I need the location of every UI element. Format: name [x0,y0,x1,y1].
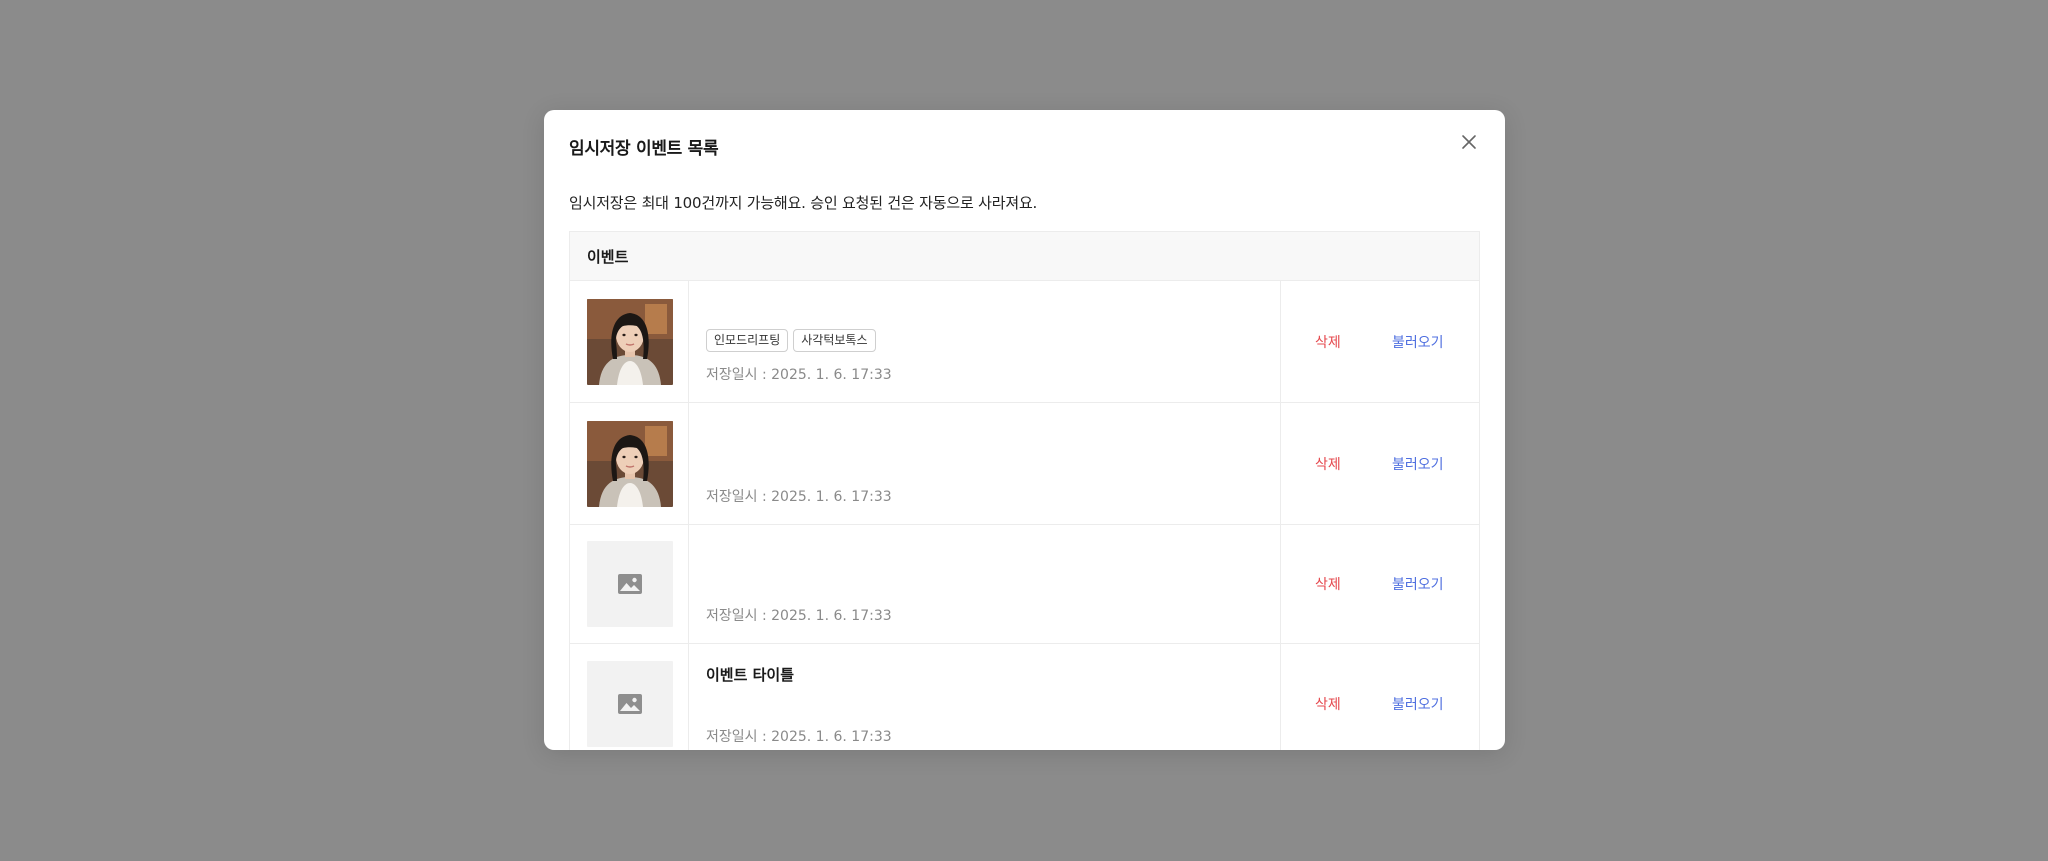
delete-button[interactable]: 삭제 [1315,574,1341,594]
temp-save-modal: 임시저장 이벤트 목록 임시저장은 최대 100건까지 가능해요. 승인 요청된… [544,110,1505,750]
close-button[interactable] [1457,130,1481,154]
table-row: 인모드리프팅 사각턱보톡스 저장일시 : 2025. 1. 6. 17:33 삭… [570,281,1479,403]
event-thumbnail [587,298,673,385]
portrait-image [587,298,673,385]
saved-datetime: 저장일시 : 2025. 1. 6. 17:33 [706,729,892,745]
close-icon [1462,135,1476,149]
load-button[interactable]: 불러오기 [1392,454,1444,474]
saved-datetime: 저장일시 : 2025. 1. 6. 17:33 [706,489,892,505]
saved-datetime: 저장일시 : 2025. 1. 6. 17:33 [706,608,892,624]
event-thumbnail [587,661,673,747]
table-row: 저장일시 : 2025. 1. 6. 17:33 삭제 불러오기 [570,403,1479,525]
event-table: 이벤트 인모드리프팅 사각턱보톡스 저장일시: 2025. 1. 6. 17:… [569,231,1480,750]
event-thumbnail [587,541,673,627]
saved-datetime: 저장일시 : 2025. 1. 6. 17:33 [706,367,892,383]
table-header: 이벤트 [570,232,1479,281]
portrait-image [587,420,673,507]
event-title: 이벤트 타이틀 [706,666,795,684]
load-button[interactable]: 불러오기 [1392,694,1444,714]
delete-button[interactable]: 삭제 [1315,454,1341,474]
tag-badge: 인모드리프팅 [706,329,789,352]
load-button[interactable]: 불러오기 [1392,574,1444,594]
notice-text: 임시저장은 최대 100건까지 가능해요. 승인 요청된 건은 자동으로 사라져… [569,194,1038,212]
image-placeholder-icon [618,574,642,594]
delete-button[interactable]: 삭제 [1315,694,1341,714]
tag-badge: 사각턱보톡스 [793,329,876,352]
tag-list: 인모드리프팅 사각턱보톡스 [706,329,876,352]
delete-button[interactable]: 삭제 [1315,332,1341,352]
load-button[interactable]: 불러오기 [1392,332,1444,352]
table-row: 저장일시 : 2025. 1. 6. 17:33 삭제 불러오기 [570,525,1479,644]
event-thumbnail [587,420,673,507]
image-placeholder-icon [618,694,642,714]
table-row: 이벤트 타이틀 저장일시 : 2025. 1. 6. 17:33 삭제 불러오기 [570,644,1479,750]
modal-title: 임시저장 이벤트 목록 [569,139,719,159]
